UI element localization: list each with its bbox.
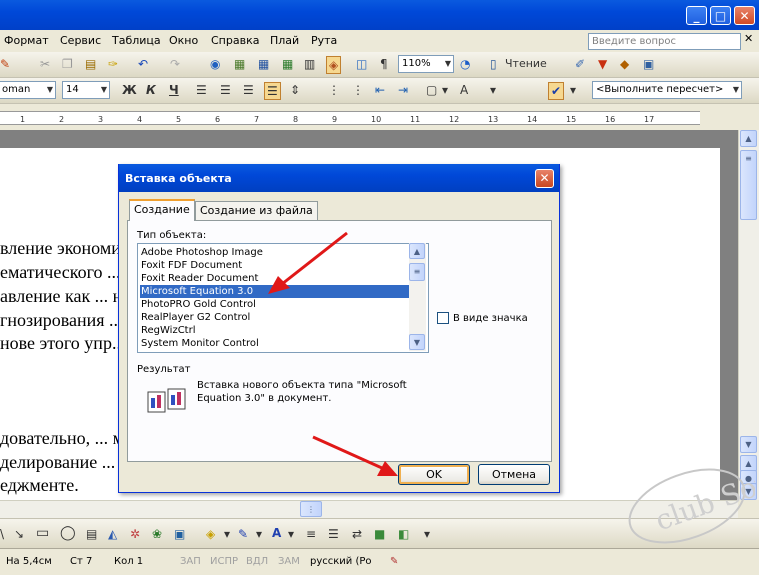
svg-text:club Sovet: club Sovet xyxy=(651,466,755,537)
tab-create[interactable]: Создание xyxy=(129,199,195,221)
watermark-logo: club Sovet xyxy=(628,466,755,544)
arrow-to-ok xyxy=(312,435,398,476)
arrow-to-equation xyxy=(268,231,348,294)
